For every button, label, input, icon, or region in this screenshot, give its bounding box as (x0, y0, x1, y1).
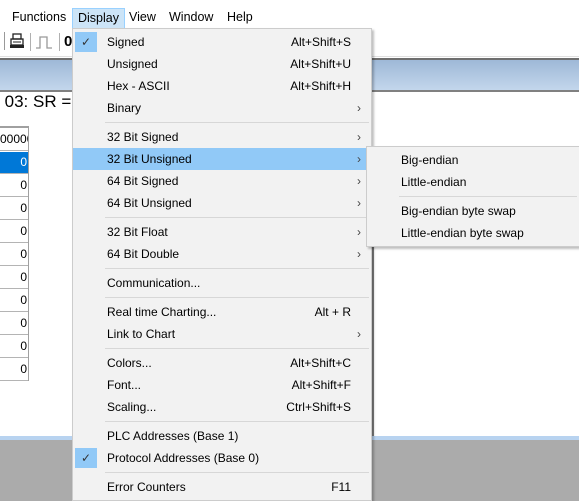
menu-item-protocol-addresses-base-0[interactable]: ✓ Protocol Addresses (Base 0) (73, 447, 371, 469)
submenu-item-little-endian[interactable]: Little-endian (367, 171, 579, 193)
menu-item-label: 32 Bit Unsigned (107, 152, 192, 166)
menu-item-error-counters[interactable]: Error Counters F11 (73, 476, 371, 498)
table-row[interactable]: 0 (0, 220, 28, 243)
menu-item-label: PLC Addresses (Base 1) (107, 429, 239, 443)
menu-item-label: Protocol Addresses (Base 0) (107, 451, 260, 465)
table-row[interactable]: 0 (0, 335, 28, 358)
child-window-frame (372, 247, 374, 436)
menu-item-label: Scaling... (107, 400, 157, 414)
menu-item-link-to-chart[interactable]: Link to Chart › (73, 323, 371, 345)
chevron-right-icon: › (357, 152, 361, 166)
menu-item-shortcut: Alt+Shift+S (290, 35, 351, 49)
menu-item-label: 64 Bit Unsigned (107, 196, 192, 210)
menu-item-label: 64 Bit Double (107, 247, 180, 261)
menu-functions[interactable]: Functions (7, 6, 71, 26)
submenu-item-big-endian[interactable]: Big-endian (367, 149, 579, 171)
chevron-right-icon: › (357, 225, 361, 239)
32bit-unsigned-submenu: Big-endian Little-endian Big-endian byte s… (366, 146, 579, 247)
menu-item-64-bit-signed[interactable]: 64 Bit Signed › (73, 170, 371, 192)
check-icon: ✓ (75, 32, 97, 52)
menu-item-signed[interactable]: ✓ Signed Alt+Shift+S (73, 31, 371, 53)
menu-help[interactable]: Help (222, 6, 258, 26)
menu-item-label: Error Counters (107, 480, 186, 494)
menu-separator (105, 268, 369, 269)
menu-bar: Functions Display View Window Help (0, 0, 579, 29)
menu-item-label: Colors... (107, 356, 152, 370)
menu-item-shortcut: Alt+Shift+H (290, 79, 351, 93)
menu-item-32-bit-unsigned[interactable]: 32 Bit Unsigned › (73, 148, 371, 170)
menu-item-label: Signed (107, 35, 145, 49)
menu-item-64-bit-double[interactable]: 64 Bit Double › (73, 243, 371, 265)
menu-separator (105, 297, 369, 298)
menu-window[interactable]: Window (164, 6, 218, 26)
submenu-item-little-endian-byte-swap[interactable]: Little-endian byte swap (367, 222, 579, 244)
menu-item-32-bit-signed[interactable]: 32 Bit Signed › (73, 126, 371, 148)
menu-item-binary[interactable]: Binary › (73, 97, 371, 119)
menu-separator (105, 472, 369, 473)
menu-separator (105, 217, 369, 218)
chevron-right-icon: › (357, 130, 361, 144)
table-row[interactable]: 0 (0, 358, 28, 381)
menu-separator (105, 421, 369, 422)
menu-item-label: Communication... (107, 276, 201, 290)
chevron-right-icon: › (357, 247, 361, 261)
menu-item-label: 32 Bit Signed (107, 130, 179, 144)
chevron-right-icon: › (357, 101, 361, 115)
menu-item-label: Little-endian byte swap (401, 226, 524, 240)
menu-item-colors[interactable]: Colors... Alt+Shift+C (73, 352, 371, 374)
check-icon: ✓ (75, 448, 97, 468)
menu-item-plc-addresses-base-1[interactable]: PLC Addresses (Base 1) (73, 425, 371, 447)
submenu-item-big-endian-byte-swap[interactable]: Big-endian byte swap (367, 200, 579, 222)
menu-separator (399, 196, 577, 197)
table-row[interactable]: 0 (0, 266, 28, 289)
menu-item-label: Link to Chart (107, 327, 176, 341)
menu-item-label: Big-endian byte swap (401, 204, 516, 218)
menu-item-shortcut: Alt + R (314, 305, 351, 319)
table-row[interactable]: 0 (0, 243, 28, 266)
table-header: 00000 (0, 128, 28, 151)
menu-item-shortcut: Alt+Shift+C (290, 356, 351, 370)
menu-item-label: Hex - ASCII (107, 79, 170, 93)
chevron-right-icon: › (357, 196, 361, 210)
menu-item-label: 32 Bit Float (107, 225, 168, 239)
menu-item-label: Real time Charting... (107, 305, 217, 319)
toolbar-partial-icon[interactable] (0, 32, 5, 50)
menu-item-label: Big-endian (401, 153, 459, 167)
printer-icon[interactable] (9, 33, 25, 51)
menu-item-communication[interactable]: Communication... (73, 272, 371, 294)
menu-item-label: Little-endian (401, 175, 467, 189)
menu-item-hex-ascii[interactable]: Hex - ASCII Alt+Shift+H (73, 75, 371, 97)
table-row[interactable]: 0 (0, 312, 28, 335)
menu-display[interactable]: Display (72, 8, 125, 29)
menu-item-shortcut: Alt+Shift+U (290, 57, 351, 71)
menu-item-64-bit-unsigned[interactable]: 64 Bit Unsigned › (73, 192, 371, 214)
menu-item-label: Font... (107, 378, 142, 392)
table-row[interactable]: 0 (0, 197, 28, 220)
menu-item-scaling[interactable]: Scaling... Ctrl+Shift+S (73, 396, 371, 418)
table-row[interactable]: 0 (0, 289, 28, 312)
menu-item-label: Unsigned (107, 57, 158, 71)
menu-item-shortcut: Alt+Shift+F (291, 378, 351, 392)
menu-item-font[interactable]: Font... Alt+Shift+F (73, 374, 371, 396)
menu-item-real-time-charting[interactable]: Real time Charting... Alt + R (73, 301, 371, 323)
register-table: 000000000000000 (0, 126, 29, 381)
table-row[interactable]: 0 (0, 151, 28, 174)
menu-separator (105, 122, 369, 123)
menu-item-unsigned[interactable]: Unsigned Alt+Shift+U (73, 53, 371, 75)
chevron-right-icon: › (357, 327, 361, 341)
menu-item-shortcut: F11 (331, 480, 351, 494)
display-menu: ✓ Signed Alt+Shift+S Unsigned Alt+Shift+U Hex… (72, 28, 372, 501)
menu-item-label: Binary (107, 101, 142, 115)
chevron-right-icon: › (357, 174, 361, 188)
table-row[interactable]: 0 (0, 174, 28, 197)
menu-item-shortcut: Ctrl+Shift+S (286, 400, 351, 414)
menu-separator (105, 348, 369, 349)
pulse-icon[interactable] (35, 34, 53, 50)
menu-item-32-bit-float[interactable]: 32 Bit Float › (73, 221, 371, 243)
menu-item-label: 64 Bit Signed (107, 174, 179, 188)
menu-view[interactable]: View (124, 6, 161, 26)
